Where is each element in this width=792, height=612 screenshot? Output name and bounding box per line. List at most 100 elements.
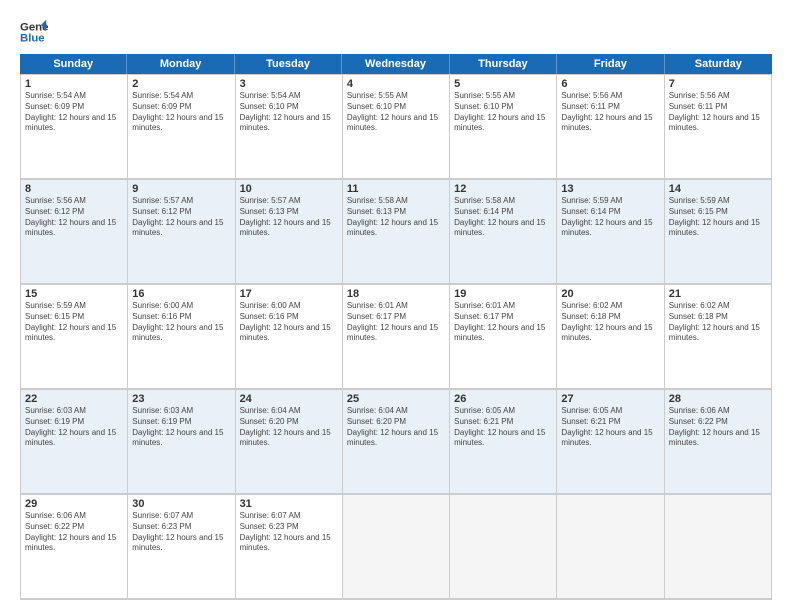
day-cell-15: 15Sunrise: 5:59 AMSunset: 6:15 PMDayligh… <box>21 285 128 389</box>
day-info: Sunrise: 6:04 AMSunset: 6:20 PMDaylight:… <box>347 406 445 449</box>
day-cell-31: 31Sunrise: 6:07 AMSunset: 6:23 PMDayligh… <box>236 495 343 599</box>
day-number: 12 <box>454 183 552 195</box>
day-cell-23: 23Sunrise: 6:03 AMSunset: 6:19 PMDayligh… <box>128 390 235 494</box>
day-number: 21 <box>669 288 767 300</box>
day-info: Sunrise: 6:05 AMSunset: 6:21 PMDaylight:… <box>561 406 659 449</box>
day-cell-11: 11Sunrise: 5:58 AMSunset: 6:13 PMDayligh… <box>343 180 450 284</box>
day-cell-26: 26Sunrise: 6:05 AMSunset: 6:21 PMDayligh… <box>450 390 557 494</box>
day-info: Sunrise: 5:57 AMSunset: 6:13 PMDaylight:… <box>240 196 338 239</box>
day-number: 28 <box>669 393 767 405</box>
day-number: 14 <box>669 183 767 195</box>
day-cell-21: 21Sunrise: 6:02 AMSunset: 6:18 PMDayligh… <box>665 285 772 389</box>
day-number: 9 <box>132 183 230 195</box>
day-info: Sunrise: 6:06 AMSunset: 6:22 PMDaylight:… <box>669 406 767 449</box>
calendar-header: SundayMondayTuesdayWednesdayThursdayFrid… <box>20 54 772 74</box>
day-info: Sunrise: 6:01 AMSunset: 6:17 PMDaylight:… <box>454 301 552 344</box>
day-number: 2 <box>132 78 230 90</box>
day-number: 18 <box>347 288 445 300</box>
day-info: Sunrise: 6:04 AMSunset: 6:20 PMDaylight:… <box>240 406 338 449</box>
day-number: 20 <box>561 288 659 300</box>
day-info: Sunrise: 6:03 AMSunset: 6:19 PMDaylight:… <box>132 406 230 449</box>
day-number: 24 <box>240 393 338 405</box>
day-info: Sunrise: 5:55 AMSunset: 6:10 PMDaylight:… <box>454 91 552 134</box>
day-number: 27 <box>561 393 659 405</box>
day-info: Sunrise: 6:05 AMSunset: 6:21 PMDaylight:… <box>454 406 552 449</box>
day-info: Sunrise: 5:59 AMSunset: 6:14 PMDaylight:… <box>561 196 659 239</box>
day-info: Sunrise: 6:07 AMSunset: 6:23 PMDaylight:… <box>132 511 230 554</box>
day-number: 10 <box>240 183 338 195</box>
empty-cell <box>343 495 450 599</box>
page-header: General Blue <box>20 18 772 46</box>
day-cell-20: 20Sunrise: 6:02 AMSunset: 6:18 PMDayligh… <box>557 285 664 389</box>
day-info: Sunrise: 6:06 AMSunset: 6:22 PMDaylight:… <box>25 511 123 554</box>
day-cell-30: 30Sunrise: 6:07 AMSunset: 6:23 PMDayligh… <box>128 495 235 599</box>
day-number: 31 <box>240 498 338 510</box>
day-info: Sunrise: 5:56 AMSunset: 6:12 PMDaylight:… <box>25 196 123 239</box>
day-info: Sunrise: 5:54 AMSunset: 6:09 PMDaylight:… <box>25 91 123 134</box>
day-cell-9: 9Sunrise: 5:57 AMSunset: 6:12 PMDaylight… <box>128 180 235 284</box>
day-cell-12: 12Sunrise: 5:58 AMSunset: 6:14 PMDayligh… <box>450 180 557 284</box>
day-cell-25: 25Sunrise: 6:04 AMSunset: 6:20 PMDayligh… <box>343 390 450 494</box>
day-info: Sunrise: 5:56 AMSunset: 6:11 PMDaylight:… <box>561 91 659 134</box>
weekday-header-thursday: Thursday <box>450 54 557 74</box>
calendar-week-2: 8Sunrise: 5:56 AMSunset: 6:12 PMDaylight… <box>20 179 772 284</box>
day-number: 1 <box>25 78 123 90</box>
calendar-week-3: 15Sunrise: 5:59 AMSunset: 6:15 PMDayligh… <box>20 284 772 389</box>
day-number: 22 <box>25 393 123 405</box>
day-cell-28: 28Sunrise: 6:06 AMSunset: 6:22 PMDayligh… <box>665 390 772 494</box>
weekday-header-saturday: Saturday <box>665 54 772 74</box>
day-number: 17 <box>240 288 338 300</box>
day-info: Sunrise: 6:02 AMSunset: 6:18 PMDaylight:… <box>669 301 767 344</box>
day-cell-17: 17Sunrise: 6:00 AMSunset: 6:16 PMDayligh… <box>236 285 343 389</box>
day-info: Sunrise: 6:07 AMSunset: 6:23 PMDaylight:… <box>240 511 338 554</box>
day-info: Sunrise: 6:00 AMSunset: 6:16 PMDaylight:… <box>240 301 338 344</box>
day-cell-10: 10Sunrise: 5:57 AMSunset: 6:13 PMDayligh… <box>236 180 343 284</box>
calendar-body: 1Sunrise: 5:54 AMSunset: 6:09 PMDaylight… <box>20 74 772 600</box>
day-cell-24: 24Sunrise: 6:04 AMSunset: 6:20 PMDayligh… <box>236 390 343 494</box>
day-info: Sunrise: 5:54 AMSunset: 6:09 PMDaylight:… <box>132 91 230 134</box>
day-cell-8: 8Sunrise: 5:56 AMSunset: 6:12 PMDaylight… <box>21 180 128 284</box>
weekday-header-monday: Monday <box>127 54 234 74</box>
weekday-header-tuesday: Tuesday <box>235 54 342 74</box>
calendar-week-5: 29Sunrise: 6:06 AMSunset: 6:22 PMDayligh… <box>20 494 772 600</box>
day-number: 11 <box>347 183 445 195</box>
day-number: 16 <box>132 288 230 300</box>
weekday-header-friday: Friday <box>557 54 664 74</box>
day-info: Sunrise: 5:54 AMSunset: 6:10 PMDaylight:… <box>240 91 338 134</box>
day-info: Sunrise: 6:02 AMSunset: 6:18 PMDaylight:… <box>561 301 659 344</box>
day-cell-2: 2Sunrise: 5:54 AMSunset: 6:09 PMDaylight… <box>128 75 235 179</box>
day-cell-16: 16Sunrise: 6:00 AMSunset: 6:16 PMDayligh… <box>128 285 235 389</box>
day-info: Sunrise: 5:58 AMSunset: 6:13 PMDaylight:… <box>347 196 445 239</box>
day-number: 3 <box>240 78 338 90</box>
empty-cell <box>450 495 557 599</box>
day-info: Sunrise: 5:58 AMSunset: 6:14 PMDaylight:… <box>454 196 552 239</box>
day-number: 6 <box>561 78 659 90</box>
calendar-page: General Blue SundayMondayTuesdayWednesda… <box>0 0 792 612</box>
empty-cell <box>557 495 664 599</box>
day-cell-4: 4Sunrise: 5:55 AMSunset: 6:10 PMDaylight… <box>343 75 450 179</box>
logo-icon: General Blue <box>20 18 48 46</box>
day-info: Sunrise: 6:01 AMSunset: 6:17 PMDaylight:… <box>347 301 445 344</box>
day-cell-6: 6Sunrise: 5:56 AMSunset: 6:11 PMDaylight… <box>557 75 664 179</box>
day-number: 29 <box>25 498 123 510</box>
day-number: 23 <box>132 393 230 405</box>
empty-cell <box>665 495 772 599</box>
day-cell-13: 13Sunrise: 5:59 AMSunset: 6:14 PMDayligh… <box>557 180 664 284</box>
day-number: 7 <box>669 78 767 90</box>
day-cell-19: 19Sunrise: 6:01 AMSunset: 6:17 PMDayligh… <box>450 285 557 389</box>
day-info: Sunrise: 5:59 AMSunset: 6:15 PMDaylight:… <box>669 196 767 239</box>
day-info: Sunrise: 5:57 AMSunset: 6:12 PMDaylight:… <box>132 196 230 239</box>
day-info: Sunrise: 6:03 AMSunset: 6:19 PMDaylight:… <box>25 406 123 449</box>
logo: General Blue <box>20 18 52 46</box>
day-number: 4 <box>347 78 445 90</box>
day-number: 5 <box>454 78 552 90</box>
day-number: 8 <box>25 183 123 195</box>
day-cell-7: 7Sunrise: 5:56 AMSunset: 6:11 PMDaylight… <box>665 75 772 179</box>
weekday-header-sunday: Sunday <box>20 54 127 74</box>
calendar-week-4: 22Sunrise: 6:03 AMSunset: 6:19 PMDayligh… <box>20 389 772 494</box>
calendar: SundayMondayTuesdayWednesdayThursdayFrid… <box>20 54 772 600</box>
day-cell-5: 5Sunrise: 5:55 AMSunset: 6:10 PMDaylight… <box>450 75 557 179</box>
svg-text:Blue: Blue <box>20 33 45 45</box>
day-info: Sunrise: 5:55 AMSunset: 6:10 PMDaylight:… <box>347 91 445 134</box>
calendar-week-1: 1Sunrise: 5:54 AMSunset: 6:09 PMDaylight… <box>20 74 772 179</box>
